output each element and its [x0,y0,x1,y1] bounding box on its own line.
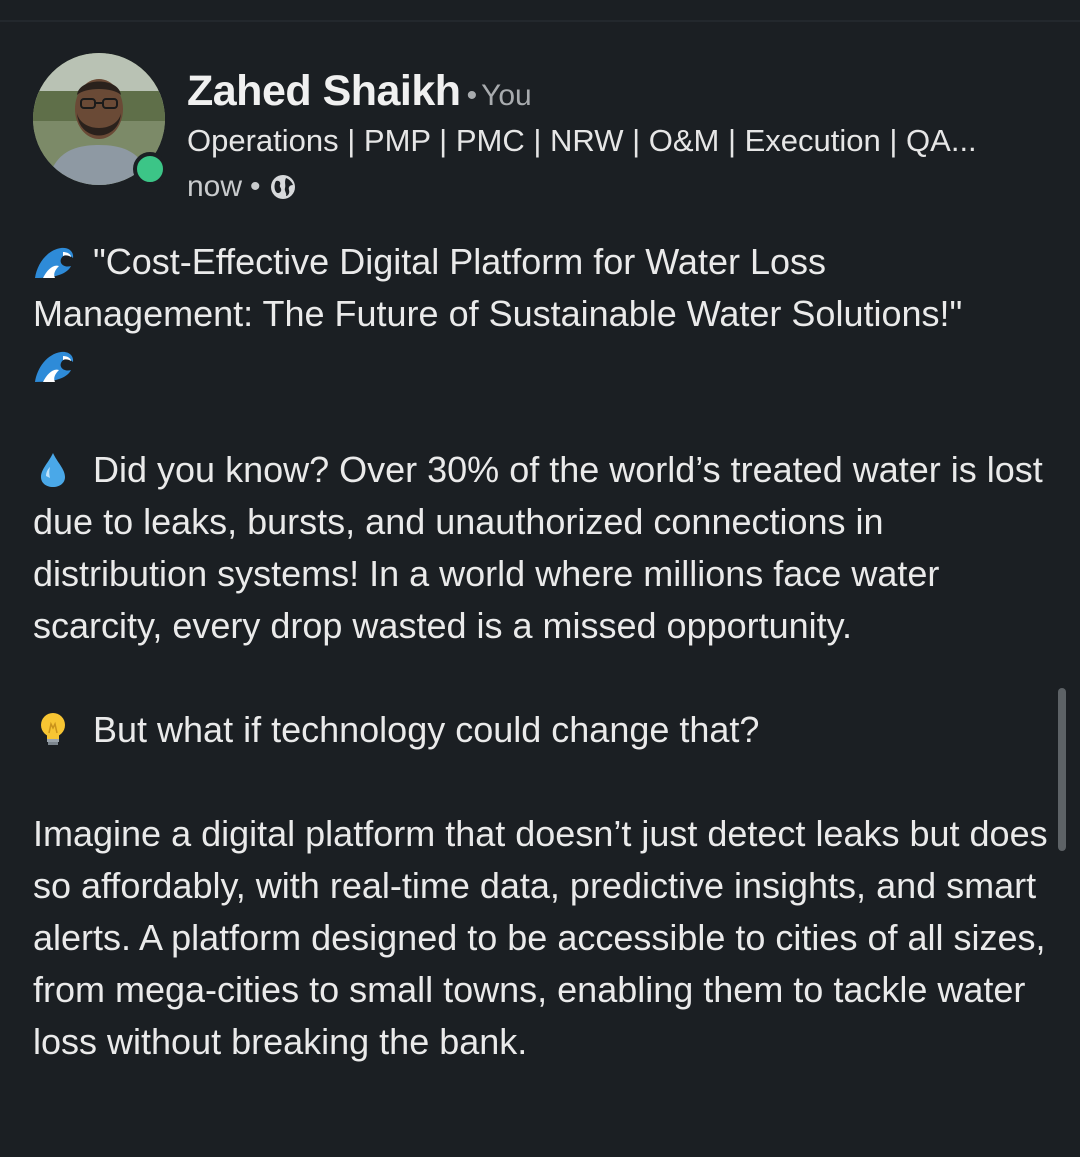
top-divider [0,20,1080,22]
post-paragraph-1: Did you know? Over 30% of the world’s tr… [33,444,1048,652]
online-status-indicator [133,152,167,186]
paragraph-2-text: But what if technology could change that… [93,709,760,750]
author-separator: • [466,79,478,112]
author-relation: You [481,79,532,112]
post-header: Zahed Shaikh • You Operations | PMP | PMC … [33,53,1033,203]
paragraph-1-text: Did you know? Over 30% of the world’s tr… [33,449,1043,646]
author-name[interactable]: Zahed Shaikh [187,67,461,115]
author-headline: Operations | PMP | PMC | NRW | O&M | Exe… [187,123,977,158]
wave-emoji [33,244,75,280]
post-body: "Cost-Effective Digital Platform for Wat… [33,236,1048,1068]
scrollbar-thumb[interactable] [1058,688,1066,851]
paragraph-3-text: Imagine a digital platform that doesn’t … [33,813,1048,1062]
post-paragraph-3: Imagine a digital platform that doesn’t … [33,808,1048,1068]
post-meta: now • [187,170,297,204]
lightbulb-emoji [33,712,75,748]
globe-icon [269,173,297,201]
meta-separator: • [250,170,261,203]
post-timestamp: now [187,170,243,203]
post-paragraph-2: But what if technology could change that… [33,704,1048,756]
droplet-emoji [33,452,75,488]
wave-emoji-end [33,348,75,384]
post-title-paragraph: "Cost-Effective Digital Platform for Wat… [33,236,1048,392]
author-line: Zahed Shaikh • You [187,67,532,116]
post-title: "Cost-Effective Digital Platform for Wat… [33,241,963,334]
